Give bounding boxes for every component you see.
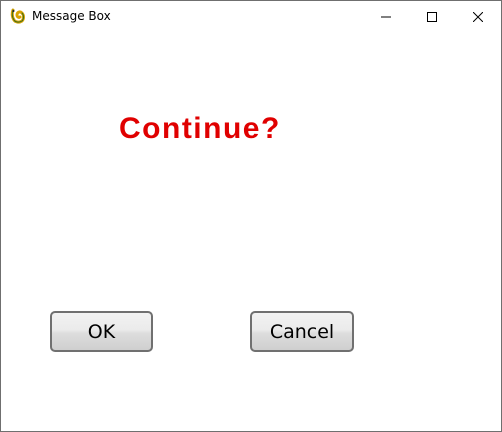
message-box-window: Message Box Continue? OK Cancel [0,0,502,432]
close-icon [473,11,483,22]
maximize-icon [427,11,437,22]
cancel-button[interactable]: Cancel [250,311,354,352]
window-title: Message Box [32,9,111,23]
minimize-icon [381,12,391,22]
prompt-message: Continue? [119,112,281,145]
minimize-button[interactable] [363,1,409,32]
title-bar[interactable]: Message Box [1,1,501,32]
dialog-content: Continue? OK Cancel [1,32,501,431]
ok-button[interactable]: OK [50,311,153,352]
pygame-snake-icon [10,8,26,24]
maximize-button[interactable] [409,1,455,32]
close-button[interactable] [455,1,501,32]
